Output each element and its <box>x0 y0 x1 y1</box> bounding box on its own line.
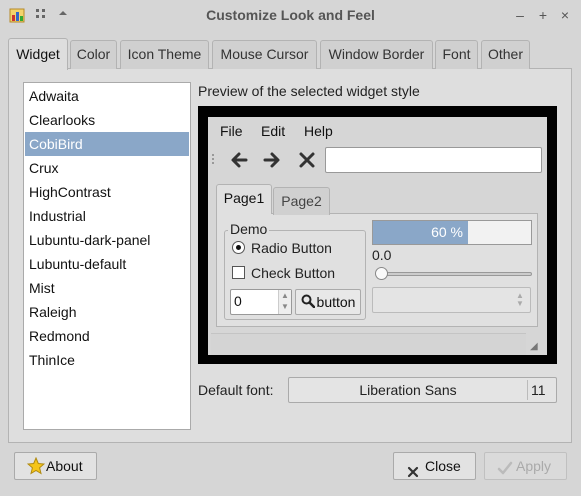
apply-button[interactable]: Apply <box>484 452 567 480</box>
list-item[interactable]: Adwaita <box>25 84 189 108</box>
font-name[interactable]: Liberation Sans <box>288 382 528 398</box>
combo-arrows-icon[interactable]: ▲ ▼ <box>516 292 524 308</box>
toolbar-grip[interactable] <box>212 154 218 164</box>
progress-text: 60 % <box>431 224 463 240</box>
list-item[interactable]: Redmond <box>25 324 189 348</box>
status-bar <box>211 333 526 355</box>
tab-page1[interactable]: Page1 <box>216 184 272 214</box>
theme-list[interactable]: Adwaita Clearlooks CobiBird Crux HighCon… <box>23 82 191 430</box>
title-bar: Customize Look and Feel – + × <box>0 0 581 30</box>
demo-button-label: button <box>316 294 356 310</box>
close-button[interactable]: Close <box>393 452 476 480</box>
tab-mouse-cursor[interactable]: Mouse Cursor <box>212 40 317 69</box>
close-icon <box>407 460 419 486</box>
tab-font[interactable]: Font <box>435 40 478 69</box>
back-arrow-icon[interactable] <box>229 150 249 173</box>
window-title: Customize Look and Feel <box>206 7 375 23</box>
close-label: Close <box>425 458 461 474</box>
stop-icon[interactable] <box>297 150 317 173</box>
slider-track[interactable] <box>376 272 532 276</box>
scale-value: 0.0 <box>372 247 392 263</box>
tab-widget[interactable]: Widget <box>8 38 68 70</box>
list-item[interactable]: HighContrast <box>25 180 189 204</box>
check-label[interactable]: Check Button <box>251 265 335 281</box>
slider-knob[interactable] <box>375 267 388 280</box>
menu-file[interactable]: File <box>220 123 243 139</box>
radio-label[interactable]: Radio Button <box>251 240 332 256</box>
list-item[interactable]: Raleigh <box>25 300 189 324</box>
list-item[interactable]: Mist <box>25 276 189 300</box>
tab-window-border[interactable]: Window Border <box>320 40 433 69</box>
menu-help[interactable]: Help <box>304 123 333 139</box>
check-button[interactable] <box>232 266 245 279</box>
list-item[interactable]: Clearlooks <box>25 108 189 132</box>
preview-label: Preview of the selected widget style <box>198 83 420 99</box>
maximize-button[interactable]: + <box>535 7 551 23</box>
forward-arrow-icon[interactable] <box>262 150 282 173</box>
menu-edit[interactable]: Edit <box>261 123 285 139</box>
demo-frame-label: Demo <box>228 221 270 237</box>
font-label: Default font: <box>198 382 274 398</box>
minimize-button[interactable]: – <box>512 7 528 23</box>
resize-grip-icon[interactable]: ◢ <box>530 341 538 352</box>
close-window-button[interactable]: × <box>557 7 573 23</box>
star-icon <box>26 456 46 483</box>
list-item[interactable]: Lubuntu-default <box>25 252 189 276</box>
apply-label: Apply <box>516 458 552 474</box>
search-icon <box>301 291 315 315</box>
combo-box[interactable] <box>372 287 531 313</box>
list-item[interactable]: Lubuntu-dark-panel <box>25 228 189 252</box>
tab-other[interactable]: Other <box>481 40 530 69</box>
tab-page2[interactable]: Page2 <box>273 187 330 215</box>
spin-value[interactable]: 0 <box>234 293 242 309</box>
list-item-selected[interactable]: CobiBird <box>25 132 189 156</box>
demo-button[interactable]: button <box>295 289 361 315</box>
spin-arrows-icon[interactable]: ▲ ▼ <box>278 290 291 314</box>
radio-button[interactable] <box>232 241 245 254</box>
about-label: About <box>46 458 83 474</box>
tab-icon-theme[interactable]: Icon Theme <box>120 40 209 69</box>
tab-color[interactable]: Color <box>70 40 117 69</box>
list-item[interactable]: Crux <box>25 156 189 180</box>
checkmark-icon <box>497 458 513 484</box>
font-size[interactable]: 11 <box>531 382 546 398</box>
url-input[interactable] <box>325 147 542 173</box>
list-item[interactable]: Industrial <box>25 204 189 228</box>
about-button[interactable]: About <box>14 452 97 480</box>
font-separator <box>527 380 528 400</box>
list-item[interactable]: ThinIce <box>25 348 189 372</box>
